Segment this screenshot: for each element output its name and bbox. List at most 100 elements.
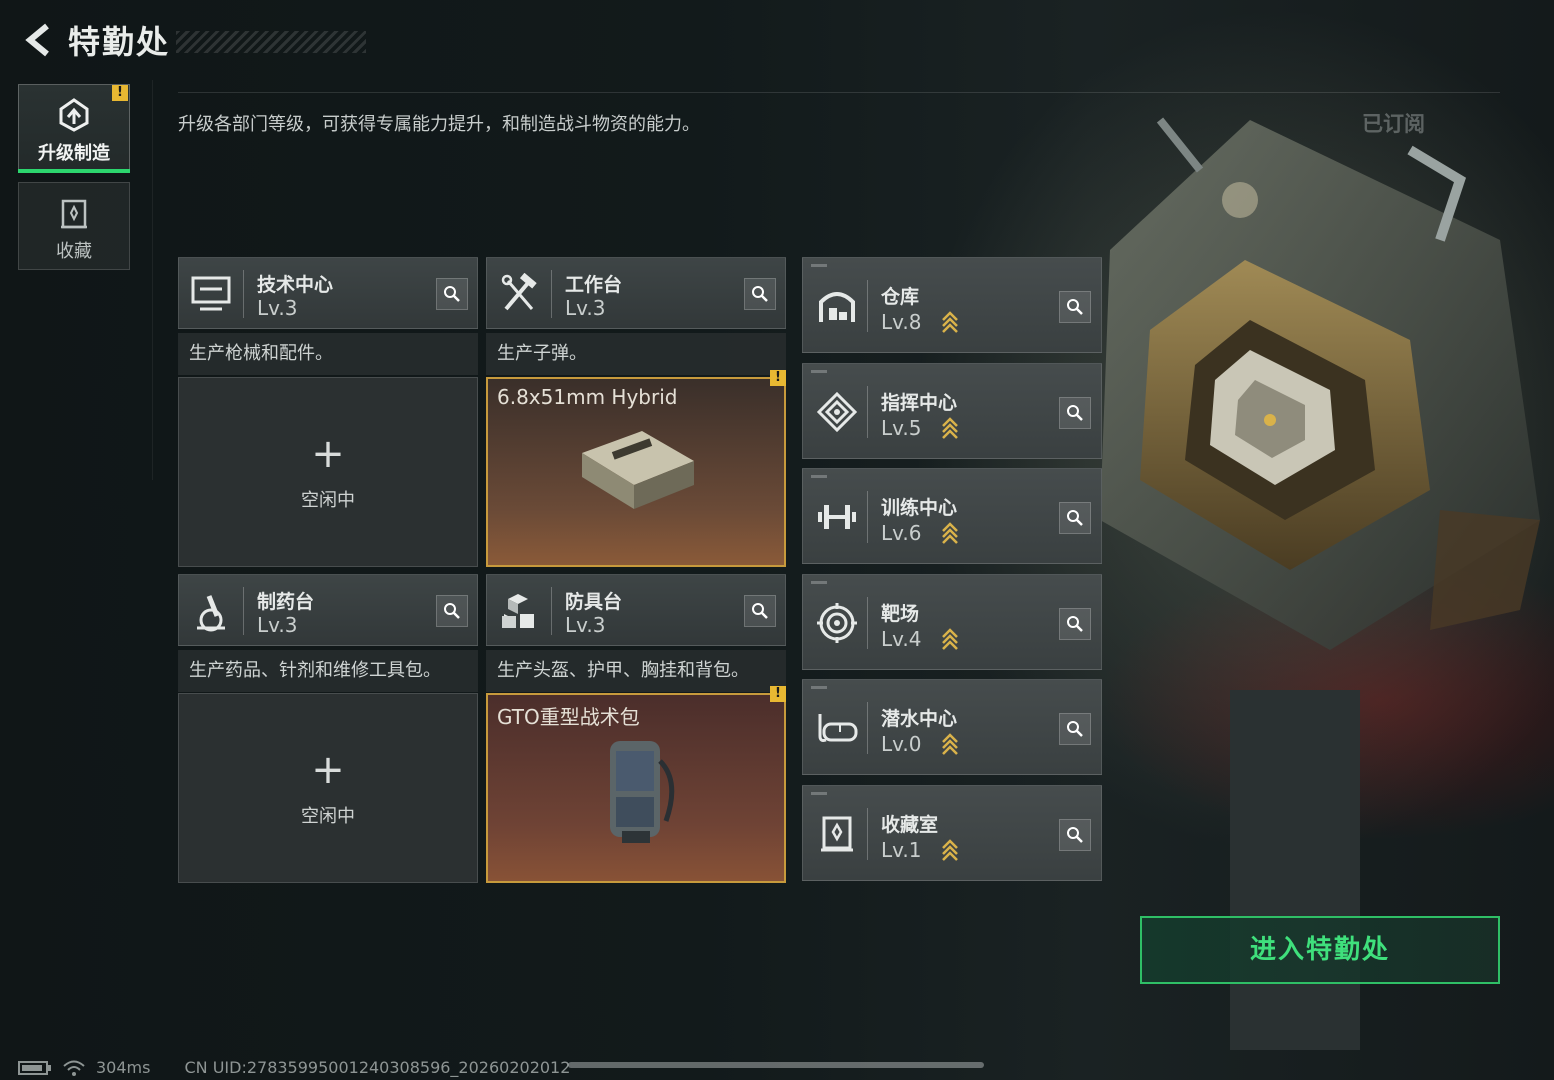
facility-training-center[interactable]: 训练中心 Lv.6 xyxy=(802,468,1102,564)
search-button[interactable] xyxy=(1059,397,1091,429)
corner-decoration xyxy=(811,264,827,267)
workstation-name: 制药台 xyxy=(257,591,315,613)
divider-line xyxy=(551,587,552,635)
corner-decoration xyxy=(811,370,827,373)
search-icon xyxy=(752,286,768,302)
search-button[interactable] xyxy=(744,278,776,310)
nav-upgrade-craft[interactable]: 升级制造 ! xyxy=(18,84,130,173)
status-bar: 304ms CN UID:27835995001240308596_202602… xyxy=(18,1058,570,1077)
corner-decoration xyxy=(811,686,827,689)
page-title: 特勤处 xyxy=(68,23,171,61)
page-description: 升级各部门等级，可获得专属能力提升，和制造战斗物资的能力。 xyxy=(178,114,700,135)
divider-line xyxy=(867,702,868,754)
search-button[interactable] xyxy=(436,595,468,627)
back-arrow-icon xyxy=(25,23,49,57)
back-button[interactable] xyxy=(18,18,58,62)
workstation-level: Lv.3 xyxy=(565,613,606,637)
workstation-armor-bench[interactable]: 防具台 Lv.3 xyxy=(486,574,786,646)
craft-slot-empty[interactable]: + 空闲中 xyxy=(178,377,478,567)
workstation-description: 生产子弹。 xyxy=(486,333,786,375)
facility-level: Lv.0 xyxy=(881,732,922,756)
facility-name: 靶场 xyxy=(881,603,920,625)
facility-shooting-range[interactable]: 靶场 Lv.4 xyxy=(802,574,1102,670)
facility-diving-center[interactable]: 潜水中心 Lv.0 xyxy=(802,679,1102,775)
ping-value: 304ms xyxy=(96,1058,151,1077)
search-button[interactable] xyxy=(1059,713,1091,745)
backpack-icon xyxy=(610,741,675,843)
facility-name: 收藏室 xyxy=(881,814,939,836)
ammo-box-icon xyxy=(582,431,694,509)
workstation-level: Lv.3 xyxy=(565,296,606,320)
upgrade-arrow-icon xyxy=(942,522,958,544)
workstation-name: 工作台 xyxy=(565,274,623,296)
search-icon xyxy=(752,603,768,619)
facility-level: Lv.8 xyxy=(881,310,922,334)
divider-line xyxy=(867,808,868,860)
nav-label: 收藏 xyxy=(56,241,92,262)
crafting-item-name: 6.8x51mm Hybrid xyxy=(497,385,678,409)
warehouse-icon xyxy=(813,282,861,330)
search-button[interactable] xyxy=(1059,819,1091,851)
divider-line xyxy=(551,270,552,318)
facility-warehouse[interactable]: 仓库 Lv.8 xyxy=(802,257,1102,353)
search-button[interactable] xyxy=(1059,502,1091,534)
divider-line xyxy=(867,386,868,438)
dumbbell-icon xyxy=(813,493,861,541)
enter-special-ops-button[interactable]: 进入特勤处 xyxy=(1140,916,1500,984)
upgrade-arrow-icon xyxy=(942,628,958,650)
facility-level: Lv.1 xyxy=(881,838,922,862)
facility-command-center[interactable]: 指挥中心 Lv.5 xyxy=(802,363,1102,459)
divider-line xyxy=(867,491,868,543)
cube-machine-artwork xyxy=(1100,117,1540,1050)
search-icon xyxy=(444,603,460,619)
plus-icon: + xyxy=(311,431,345,477)
subscribed-label: 已订阅 xyxy=(1362,112,1425,136)
title-decoration xyxy=(176,31,367,53)
facility-level: Lv.4 xyxy=(881,627,922,651)
home-indicator[interactable] xyxy=(568,1062,984,1068)
search-button[interactable] xyxy=(744,595,776,627)
facility-collection-room[interactable]: 收藏室 Lv.1 xyxy=(802,785,1102,881)
workstation-description: 生产头盔、护甲、胸挂和背包。 xyxy=(486,650,786,692)
slot-status: 空闲中 xyxy=(301,806,355,827)
workstation-name: 防具台 xyxy=(565,591,623,613)
header: 特勤处 xyxy=(18,18,367,62)
craft-slot-empty[interactable]: + 空闲中 xyxy=(178,693,478,883)
facility-name: 仓库 xyxy=(881,286,920,308)
monitor-icon xyxy=(187,270,235,318)
wifi-icon xyxy=(63,1060,85,1076)
workstation-name: 技术中心 xyxy=(257,274,334,296)
search-icon xyxy=(1067,299,1083,315)
workstation-workbench[interactable]: 工作台 Lv.3 xyxy=(486,257,786,329)
workstation-level: Lv.3 xyxy=(257,296,298,320)
microscope-icon xyxy=(187,587,235,635)
upgrade-arrow-icon xyxy=(942,733,958,755)
craft-slot-ammo[interactable]: 6.8x51mm Hybrid ! xyxy=(486,370,786,567)
user-uid: CN UID:27835995001240308596_20260202012 xyxy=(184,1058,571,1077)
hammer-wrench-icon xyxy=(495,270,543,318)
workstation-description: 生产药品、针剂和维修工具包。 xyxy=(178,650,478,692)
facility-name: 潜水中心 xyxy=(881,708,958,730)
upgrade-arrow-icon xyxy=(942,311,958,333)
search-button[interactable] xyxy=(436,278,468,310)
workstation-tech-center[interactable]: 技术中心 Lv.3 xyxy=(178,257,478,329)
search-icon xyxy=(1067,616,1083,632)
crafting-item-name: GTO重型战术包 xyxy=(497,705,640,729)
divider-line xyxy=(867,280,868,332)
workstation-level: Lv.3 xyxy=(257,613,298,637)
craft-slot-backpack[interactable]: GTO重型战术包 ! xyxy=(486,686,786,883)
battery-icon xyxy=(18,1060,51,1075)
facility-level: Lv.5 xyxy=(881,416,922,440)
search-icon xyxy=(1067,827,1083,843)
nav-collection[interactable]: 收藏 xyxy=(18,182,130,270)
warning-badge: ! xyxy=(112,85,128,101)
search-button[interactable] xyxy=(1059,291,1091,323)
workstation-pharmacy[interactable]: 制药台 Lv.3 xyxy=(178,574,478,646)
upgrade-arrow-icon xyxy=(942,839,958,861)
warning-badge: ! xyxy=(770,686,786,702)
corner-decoration xyxy=(811,792,827,795)
nav-label: 升级制造 xyxy=(38,143,110,164)
search-button[interactable] xyxy=(1059,608,1091,640)
divider-line xyxy=(243,587,244,635)
upgrade-icon xyxy=(59,98,89,132)
